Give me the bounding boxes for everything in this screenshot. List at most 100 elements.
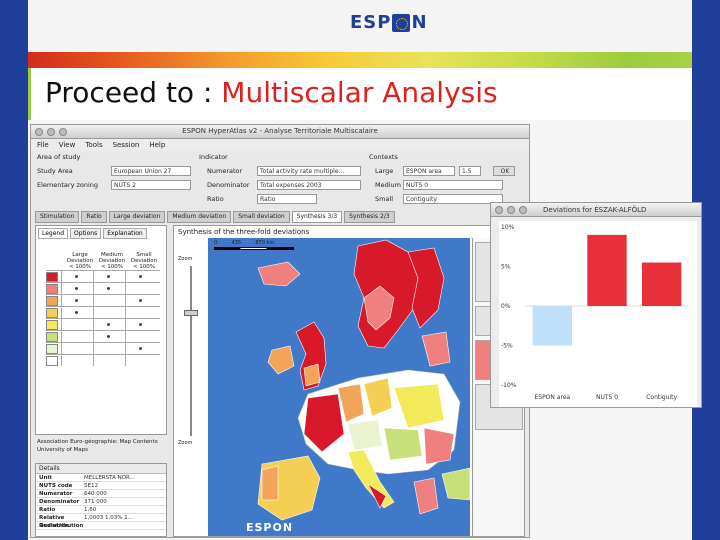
scale-bar	[214, 247, 294, 250]
legend-cell	[125, 355, 157, 366]
elementary-zoning-label: Elementary zoning	[37, 181, 99, 189]
scale-label-km: km	[266, 240, 275, 246]
legend-swatch	[46, 308, 58, 318]
details-value: 1,80	[84, 507, 97, 513]
tab-explanation[interactable]: Explanation	[103, 228, 147, 239]
chart-minimize-icon[interactable]	[507, 206, 515, 214]
legend-cell	[93, 307, 125, 318]
details-key: Numerator	[39, 491, 73, 497]
legend-cell	[61, 295, 93, 306]
map-strip-banner	[28, 52, 692, 68]
legend-swatch	[46, 320, 58, 330]
large-context-input[interactable]: 1.5	[459, 166, 481, 176]
hyperatlas-window: ESPON HyperAtlas v2 - Analyse Territoria…	[30, 124, 530, 538]
large-context-select[interactable]: ESPON area	[403, 166, 455, 176]
ratio-select[interactable]: Ratio	[257, 194, 317, 204]
slide: ESP N Proceed to : Multiscalar Analysis …	[0, 0, 720, 540]
bar-espon-area	[532, 306, 573, 346]
menu-help[interactable]: Help	[149, 141, 165, 151]
area-of-study-label: Area of study	[37, 153, 81, 161]
map-credit: Association Euro-géographie: Map Content…	[37, 439, 158, 445]
study-area-select[interactable]: European Union 27	[111, 166, 191, 176]
legend-cell	[93, 355, 125, 366]
legend-row	[46, 270, 160, 282]
legend-swatch	[46, 296, 58, 306]
chart-close-icon[interactable]	[495, 206, 503, 214]
espon-logo: ESP N	[350, 12, 428, 33]
tab-stimulation[interactable]: Stimulation	[35, 211, 80, 223]
x-tick-label: NUTS 0	[596, 394, 618, 401]
legend-cell	[61, 319, 93, 330]
deviations-chart: 10% 5% 0% -5% -10% ESPON area NUTS 0 Contiguity	[499, 221, 697, 407]
zoom-label-top: Zoom	[178, 256, 193, 262]
chart-window-titlebar: Deviations for ÉSZAK-ALFÖLD	[491, 203, 701, 217]
tab-ratio[interactable]: Ratio	[81, 211, 107, 223]
details-row: Relative Deviation 1,0003 1,03% 1...	[36, 514, 166, 529]
medium-context-select[interactable]: NUTS 0	[403, 180, 503, 190]
legend-dot	[75, 299, 78, 302]
legend-sub-large: < 100%	[68, 264, 92, 270]
legend-cell	[125, 307, 157, 318]
details-key: Denominator	[39, 499, 80, 505]
legend-cell	[125, 319, 157, 330]
elementary-zoning-select[interactable]: NUTS 2	[111, 180, 191, 190]
details-key: Ratio	[39, 507, 56, 513]
tab-medium-deviation[interactable]: Medium deviation	[167, 211, 232, 223]
numerator-select[interactable]: Total activity rate multiple...	[257, 166, 361, 176]
menu-tools[interactable]: Tools	[85, 141, 102, 151]
legend-cell	[61, 343, 93, 354]
legend-swatch	[46, 356, 58, 366]
legend-cell	[125, 295, 157, 306]
zoom-track	[190, 266, 192, 436]
deviations-chart-window: Deviations for ÉSZAK-ALFÖLD 10% 5% 0% -5% -1…	[490, 202, 702, 408]
legend-rows	[46, 270, 160, 366]
tab-synthesis-3-3[interactable]: Synthesis 3/3	[291, 211, 343, 223]
menu-view[interactable]: View	[59, 141, 76, 151]
details-row: Numerator 640 000	[36, 490, 166, 498]
details-row: Denominator 371 000	[36, 498, 166, 506]
legend-cell	[93, 271, 125, 282]
legend-cell	[61, 307, 93, 318]
tab-small-deviation[interactable]: Small deviation	[233, 211, 290, 223]
legend-cell	[125, 271, 157, 282]
legend-dot	[75, 275, 78, 278]
denominator-label: Denominator	[207, 181, 250, 189]
view-tabs: Stimulation Ratio Large deviation Medium…	[35, 211, 527, 223]
legend-cell	[125, 283, 157, 294]
legend-cell	[93, 283, 125, 294]
legend-cell	[93, 331, 125, 342]
map-credit-2: University of Maps	[37, 447, 89, 453]
legend-dot	[75, 287, 78, 290]
bar-contiguity	[641, 262, 682, 306]
legend-cell	[61, 355, 93, 366]
europe-map[interactable]: ESPON	[208, 238, 471, 536]
x-tick-label: ESPON area	[534, 394, 570, 401]
legend-cell	[93, 319, 125, 330]
legend-swatch	[46, 344, 58, 354]
small-context-select[interactable]: Contiguity	[403, 194, 503, 204]
ok-button[interactable]: OK	[493, 166, 515, 176]
tab-synthesis-2-3[interactable]: Synthesis 2/3	[344, 211, 395, 223]
details-key: NUTS code	[39, 483, 73, 489]
menu-file[interactable]: File	[37, 141, 49, 151]
map-title: Synthesis of the three-fold deviations	[178, 228, 310, 236]
details-row: Redistribution	[36, 522, 166, 530]
legend-dot	[107, 323, 110, 326]
details-value: SE12	[84, 483, 98, 489]
legend-cell	[93, 295, 125, 306]
zoom-knob[interactable]	[184, 310, 198, 316]
denominator-select[interactable]: Total expenses 2003	[257, 180, 361, 190]
zoom-slider[interactable]: Zoom Zoom	[178, 250, 204, 450]
y-tick-label: 10%	[501, 224, 515, 231]
tab-large-deviation[interactable]: Large deviation	[108, 211, 166, 223]
map-panel[interactable]: Synthesis of the three-fold deviations Z…	[173, 225, 525, 537]
legend-row	[46, 306, 160, 318]
tab-options[interactable]: Options	[70, 228, 102, 239]
legend-cell	[61, 331, 93, 342]
europe-map-svg	[257, 239, 471, 521]
large-context-label: Large	[375, 167, 394, 175]
chart-maximize-icon[interactable]	[519, 206, 527, 214]
menu-session[interactable]: Session	[113, 141, 140, 151]
tab-legend[interactable]: Legend	[38, 228, 69, 239]
legend-row	[46, 282, 160, 294]
